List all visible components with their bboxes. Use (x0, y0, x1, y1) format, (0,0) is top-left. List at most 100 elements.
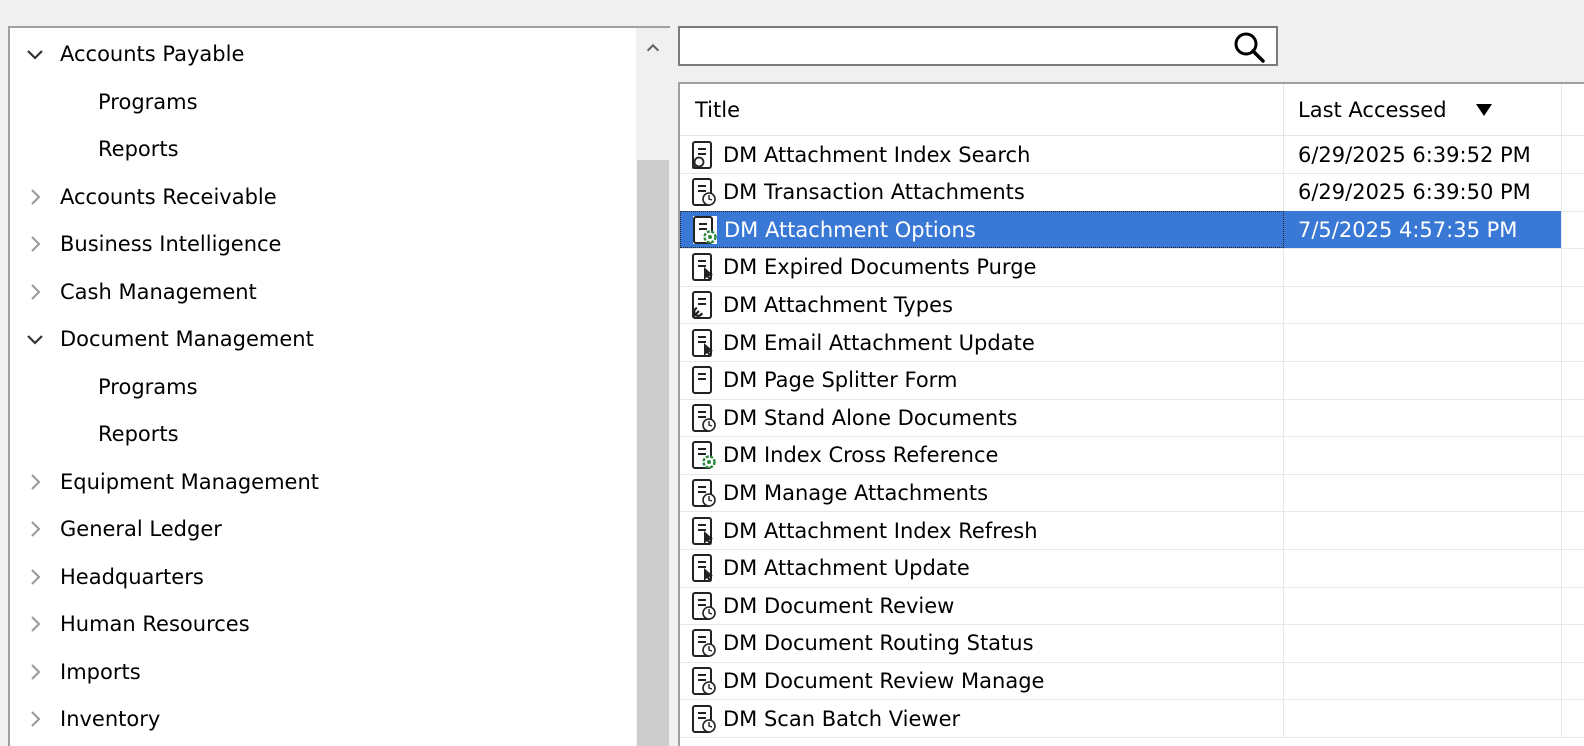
tree-item[interactable]: Inventory (10, 696, 630, 742)
tree-item-label: Reports (98, 137, 179, 161)
cell-title[interactable]: DM Scan Batch Viewer (680, 700, 1284, 737)
cell-last-accessed[interactable]: 6/29/2025 6:39:52 PM (1284, 136, 1562, 173)
table-row[interactable]: DM Attachment Types (680, 286, 1584, 325)
chevron-right-icon[interactable] (10, 234, 60, 254)
tree-item[interactable]: Cash Management (10, 269, 630, 315)
cell-last-accessed[interactable] (1284, 324, 1562, 361)
cell-title[interactable]: DM Email Attachment Update (680, 324, 1284, 361)
tree-item[interactable]: Human Resources (10, 601, 630, 647)
chevron-right-icon[interactable] (10, 709, 60, 729)
row-title-text: DM Transaction Attachments (723, 180, 1025, 205)
search-form-icon (691, 140, 716, 169)
cell-last-accessed[interactable] (1284, 700, 1562, 737)
cell-title[interactable]: DM Transaction Attachments (680, 173, 1284, 211)
cell-title[interactable]: DM Document Review Manage (680, 662, 1284, 700)
cursor-form-icon (692, 328, 716, 357)
table-row[interactable]: DM Index Cross Reference (680, 436, 1584, 475)
column-header-last-accessed[interactable]: Last Accessed (1284, 84, 1562, 136)
tree-item-label: Programs (98, 374, 198, 399)
programs-grid: Title Last Accessed DM Attachment Index … (678, 82, 1584, 746)
search-icon[interactable] (1232, 30, 1266, 64)
chevron-down-icon[interactable] (10, 329, 60, 349)
chevron-right-icon[interactable] (10, 282, 60, 302)
tree-item[interactable]: Reports (10, 411, 630, 457)
cell-title[interactable]: DM Manage Attachments (680, 474, 1284, 512)
tree-item[interactable]: Programs (10, 79, 630, 125)
tree-item[interactable]: Accounts Payable (10, 31, 630, 77)
tree-item-label: Human Resources (60, 612, 250, 636)
tree-scrollbar[interactable] (636, 28, 670, 746)
table-row[interactable]: DM Transaction Attachments 6/29/2025 6:39… (680, 173, 1584, 212)
wrench-form-icon (692, 290, 716, 319)
chevron-up-icon (646, 43, 660, 52)
row-title-text: DM Attachment Types (723, 292, 953, 317)
cell-last-accessed[interactable] (1284, 549, 1562, 587)
tree-item-label: Business Intelligence (60, 232, 282, 256)
tree-item[interactable]: Programs (10, 364, 630, 410)
tree-item[interactable]: Imports (10, 649, 630, 695)
tree-item[interactable]: Equipment Management (10, 459, 630, 505)
tree-item-label: General Ledger (60, 517, 222, 541)
tree-item-label: Inventory (60, 707, 161, 731)
scroll-thumb[interactable] (637, 160, 669, 746)
cell-title[interactable]: DM Attachment Index Search (680, 136, 1284, 173)
clock-form-icon (692, 178, 716, 207)
chevron-right-icon[interactable] (10, 187, 60, 207)
cell-last-accessed[interactable] (1284, 399, 1562, 437)
table-row[interactable]: DM Expired Documents Purge (680, 248, 1584, 287)
cell-title[interactable]: DM Attachment Types (680, 286, 1284, 324)
table-row[interactable]: DM Attachment Options 7/5/2025 4:57:35 PM (680, 211, 1584, 250)
cell-last-accessed[interactable] (1284, 624, 1562, 662)
cell-last-accessed[interactable] (1284, 436, 1562, 474)
chevron-down-icon[interactable] (10, 44, 60, 64)
cell-title[interactable]: DM Document Routing Status (680, 624, 1284, 662)
tree-item[interactable]: Accounts Receivable (10, 174, 630, 220)
tree-item[interactable]: Headquarters (10, 554, 630, 600)
cell-last-accessed[interactable] (1284, 587, 1562, 625)
table-row[interactable]: DM Scan Batch Viewer (680, 700, 1584, 738)
cell-title[interactable]: DM Attachment Options (680, 211, 1284, 249)
cell-last-accessed[interactable]: 7/5/2025 4:57:35 PM (1284, 211, 1562, 249)
chevron-right-icon[interactable] (10, 567, 60, 587)
cell-last-accessed[interactable] (1284, 662, 1562, 700)
cell-last-accessed[interactable] (1284, 361, 1562, 399)
table-row[interactable]: DM Email Attachment Update (680, 324, 1584, 362)
sort-descending-icon (1475, 104, 1492, 116)
tree-item[interactable]: Reports (10, 126, 630, 172)
chevron-right-icon[interactable] (10, 519, 60, 539)
cell-title[interactable]: DM Stand Alone Documents (680, 399, 1284, 437)
table-row[interactable]: DM Attachment Index Refresh (680, 512, 1584, 550)
chevron-right-icon[interactable] (10, 472, 60, 492)
cell-last-accessed[interactable] (1284, 248, 1562, 286)
cell-title[interactable]: DM Attachment Index Refresh (680, 512, 1284, 549)
cell-title[interactable]: DM Index Cross Reference (680, 436, 1284, 474)
table-row[interactable]: DM Document Routing Status (680, 624, 1584, 663)
table-row[interactable]: DM Stand Alone Documents (680, 399, 1584, 438)
module-tree: Accounts Payable Programs Reports Accounts … (8, 26, 670, 746)
cell-last-accessed[interactable]: 6/29/2025 6:39:50 PM (1284, 173, 1562, 211)
table-row[interactable]: DM Document Review Manage (680, 662, 1584, 701)
row-title-text: DM Index Cross Reference (723, 443, 999, 468)
tree-item[interactable]: Business Intelligence (10, 221, 630, 267)
cell-last-accessed[interactable] (1284, 474, 1562, 512)
chevron-right-icon[interactable] (10, 614, 60, 634)
cell-title[interactable]: DM Page Splitter Form (680, 361, 1284, 399)
table-row[interactable]: DM Page Splitter Form (680, 361, 1584, 400)
tree-item[interactable]: Document Management (10, 316, 630, 362)
tree-item[interactable]: General Ledger (10, 506, 630, 552)
scroll-up-button[interactable] (636, 28, 670, 68)
cell-last-accessed[interactable] (1284, 512, 1562, 549)
table-row[interactable]: DM Attachment Index Search 6/29/2025 6:39… (680, 136, 1584, 174)
clock-form-icon (692, 666, 716, 695)
search-input[interactable] (686, 32, 1206, 60)
cell-title[interactable]: DM Attachment Update (680, 549, 1284, 587)
cell-last-accessed[interactable] (1284, 286, 1562, 324)
cell-title[interactable]: DM Expired Documents Purge (680, 248, 1284, 286)
table-row[interactable]: DM Attachment Update (680, 549, 1584, 588)
cell-title[interactable]: DM Document Review (680, 587, 1284, 625)
table-row[interactable]: DM Manage Attachments (680, 474, 1584, 513)
chevron-right-icon[interactable] (10, 662, 60, 682)
clock-form-icon (692, 629, 716, 658)
table-row[interactable]: DM Document Review (680, 587, 1584, 626)
column-header-title[interactable]: Title (680, 84, 1284, 136)
